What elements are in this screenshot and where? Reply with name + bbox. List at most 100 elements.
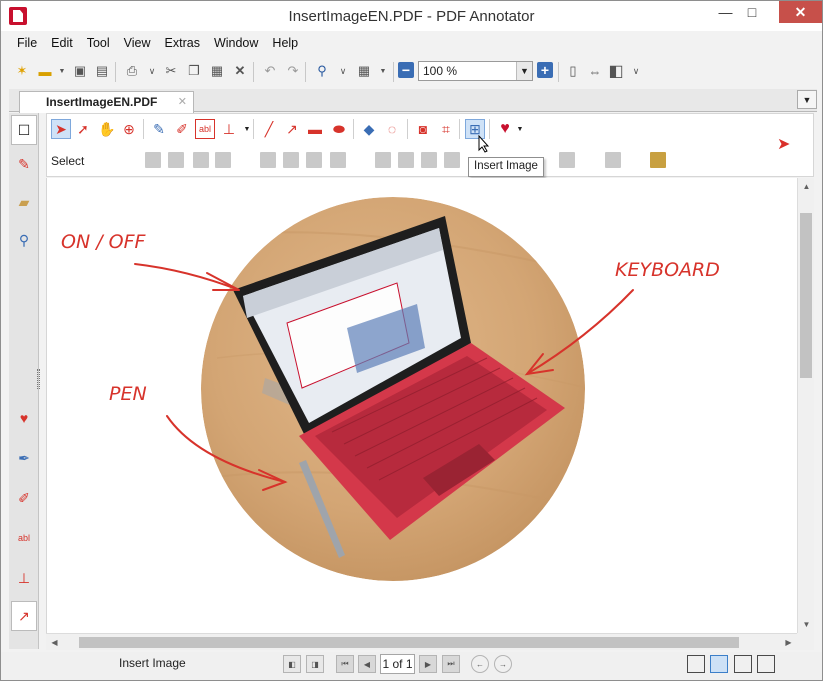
next-view-icon[interactable]: ◨ — [306, 655, 324, 673]
menu-window[interactable]: Window — [206, 34, 264, 54]
print-dropdown-icon[interactable]: ∨ — [143, 62, 161, 80]
fullscreen-icon[interactable]: ◧ — [607, 62, 625, 80]
menu-file[interactable]: File — [9, 34, 43, 54]
undo-icon[interactable]: ↶ — [261, 62, 279, 80]
stamp-tab-icon[interactable]: ⊥ — [11, 563, 37, 593]
favorite-heart-tab-icon[interactable]: ♥ — [11, 403, 37, 433]
tab-close-icon[interactable]: ✕ — [178, 95, 187, 108]
ellipse-icon[interactable]: ⬬ — [329, 119, 349, 139]
eraser-icon[interactable]: ◆ — [359, 119, 379, 139]
vertical-scrollbar[interactable]: ▲ ▼ — [797, 178, 814, 633]
menu-edit[interactable]: Edit — [43, 34, 79, 54]
previous-page-icon[interactable]: ◀ — [358, 655, 376, 673]
page-view-tab-icon[interactable]: ☐ — [11, 115, 37, 145]
pen-icon[interactable]: ✎ — [149, 119, 169, 139]
ungroup-icon[interactable] — [168, 152, 184, 168]
previous-view-icon[interactable]: ◧ — [283, 655, 301, 673]
close-button[interactable]: ✕ — [779, 1, 822, 23]
menu-view[interactable]: View — [116, 34, 157, 54]
tab-insertimageen-pdf[interactable]: InsertImageEN.PDF ✕ — [19, 91, 194, 113]
lasso-icon[interactable]: ◌ — [382, 119, 402, 139]
send-backward-icon[interactable] — [559, 152, 575, 168]
next-page-icon[interactable]: ▶ — [419, 655, 437, 673]
distribute-horizontal-icon[interactable] — [330, 152, 346, 168]
select-arrow-icon[interactable]: ➤ — [51, 119, 71, 139]
continuous-view-icon[interactable] — [710, 655, 728, 673]
distribute-vertical-icon[interactable] — [444, 152, 460, 168]
save-as-icon[interactable]: ▤ — [93, 62, 111, 80]
scroll-down-icon[interactable]: ▼ — [798, 616, 815, 633]
lock-icon[interactable] — [193, 152, 209, 168]
maximize-button[interactable]: □ — [739, 1, 765, 23]
back-icon[interactable]: ← — [471, 655, 489, 673]
two-page-continuous-view-icon[interactable] — [757, 655, 775, 673]
zoom-tool-icon[interactable]: ⊕ — [119, 119, 139, 139]
single-page-view-icon[interactable] — [687, 655, 705, 673]
last-page-icon[interactable]: ⏭ — [442, 655, 460, 673]
save-icon[interactable]: ▣ — [71, 62, 89, 80]
open-icon[interactable]: ▬ — [36, 62, 54, 80]
text-box-icon[interactable]: abl — [195, 119, 215, 139]
page-number-field[interactable]: 1 of 1 — [380, 654, 415, 674]
forward-icon[interactable]: → — [494, 655, 512, 673]
select-text-icon[interactable]: ➚ — [73, 119, 93, 139]
grid-icon[interactable]: ▦ — [355, 62, 373, 80]
find-icon[interactable]: ⚲ — [313, 62, 331, 80]
flatten-icon[interactable] — [215, 152, 231, 168]
notes-tab-icon[interactable]: ▰ — [11, 187, 37, 217]
copy-icon[interactable]: ❐ — [185, 62, 203, 80]
text-field-tab-icon[interactable]: abl — [11, 523, 37, 553]
attachment-tab-icon[interactable]: ⚲ — [11, 225, 37, 255]
rectangle-icon[interactable]: ▬ — [305, 119, 325, 139]
delete-icon[interactable]: ✕ — [231, 62, 249, 80]
document-page-view[interactable]: ON / OFF KEYBOARD PEN — [46, 178, 797, 633]
align-left-icon[interactable] — [260, 152, 276, 168]
fit-page-icon[interactable]: ▯ — [564, 62, 582, 80]
scroll-up-icon[interactable]: ▲ — [798, 178, 815, 195]
line-icon[interactable]: ╱ — [259, 119, 279, 139]
pen-tab-icon[interactable]: ✎ — [11, 149, 37, 179]
zoom-dropdown-icon[interactable]: ▼ — [516, 62, 532, 80]
first-page-icon[interactable]: ⏮ — [336, 655, 354, 673]
highlighter-tab-icon[interactable]: ✐ — [11, 483, 37, 513]
arrow-icon[interactable]: ↗ — [282, 119, 302, 139]
find-dropdown-icon[interactable]: ∨ — [334, 62, 352, 80]
cut-icon[interactable]: ✂ — [162, 62, 180, 80]
redo-icon[interactable]: ↷ — [284, 62, 302, 80]
fit-width-icon[interactable]: ⇔ — [586, 62, 604, 80]
vertical-scroll-thumb[interactable] — [800, 213, 812, 378]
two-page-view-icon[interactable] — [734, 655, 752, 673]
align-middle-icon[interactable] — [398, 152, 414, 168]
zoom-out-icon[interactable]: − — [398, 62, 414, 78]
paste-icon[interactable]: ▦ — [208, 62, 226, 80]
scroll-left-icon[interactable]: ◀ — [46, 634, 63, 651]
camera-icon[interactable]: ◙ — [413, 119, 433, 139]
add-user-icon[interactable] — [605, 152, 621, 168]
group-icon[interactable] — [145, 152, 161, 168]
align-top-icon[interactable] — [375, 152, 391, 168]
hand-icon[interactable]: ✋ — [97, 119, 117, 139]
highlighter-icon[interactable]: ✐ — [172, 119, 192, 139]
stamp-dropdown-icon[interactable]: ▼ — [237, 119, 257, 139]
open-dropdown-icon[interactable]: ▼ — [53, 62, 71, 80]
crop-icon[interactable]: ⌗ — [436, 119, 456, 139]
align-bottom-icon[interactable] — [421, 152, 437, 168]
view-dropdown-icon[interactable]: ∨ — [627, 62, 645, 80]
menu-tool[interactable]: Tool — [79, 34, 116, 54]
align-right-icon[interactable] — [306, 152, 322, 168]
horizontal-scroll-thumb[interactable] — [79, 637, 739, 648]
sidebar-splitter[interactable] — [37, 369, 40, 389]
menu-extras[interactable]: Extras — [157, 34, 206, 54]
print-icon[interactable]: ⎙ — [123, 62, 141, 80]
scroll-right-icon[interactable]: ▶ — [780, 634, 797, 651]
horizontal-scrollbar[interactable]: ◀ ▶ — [46, 633, 797, 650]
zoom-combobox[interactable]: 100 % ▼ — [418, 61, 533, 81]
zoom-in-icon[interactable]: + — [537, 62, 553, 78]
properties-icon[interactable] — [650, 152, 666, 168]
arrow-tab-icon[interactable]: ↗ — [11, 601, 37, 631]
minimize-button[interactable]: — — [712, 1, 739, 23]
grid-dropdown-icon[interactable]: ▼ — [374, 62, 392, 80]
menu-help[interactable]: Help — [264, 34, 304, 54]
marker-tab-icon[interactable]: ✒ — [11, 443, 37, 473]
stamp-icon[interactable]: ⊥ — [219, 119, 239, 139]
